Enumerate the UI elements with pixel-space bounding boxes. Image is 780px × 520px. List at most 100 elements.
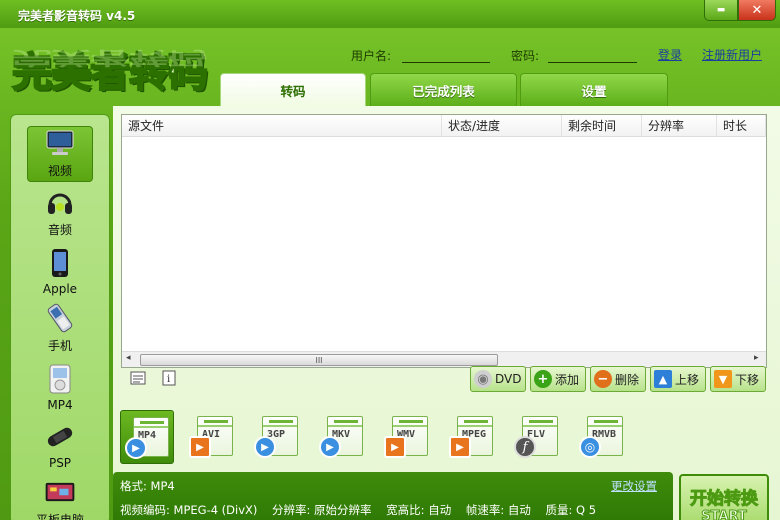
horizontal-scrollbar[interactable]: ◂ III ▸ (122, 351, 766, 367)
headphones-icon (45, 187, 75, 217)
device-sidebar: 视频 音频 Apple 手机 MP4 PSP 平板电脑 (10, 114, 110, 520)
iphone-icon (45, 248, 75, 278)
sidebar-item-label: 音频 (47, 223, 72, 237)
username-label: 用户名: (351, 49, 392, 63)
register-link[interactable]: 注册新用户 (702, 46, 762, 63)
add-icon: + (534, 370, 552, 388)
sidebar-item-mp4[interactable]: MP4 (27, 358, 93, 414)
close-icon: ✕ (751, 2, 763, 18)
move-down-button-label: 下移 (735, 372, 760, 387)
app-window: 完美者影音转码 v4.5 ▬ ✕ 完美者转码 完美者转码 用户名: 密码: 登录… (0, 0, 780, 520)
column-header-duration[interactable]: 时长 (717, 115, 766, 137)
dvd-icon: ◉ (474, 370, 492, 388)
username-field[interactable] (402, 62, 490, 63)
column-header-label: 源文件 (128, 119, 165, 133)
column-header-status[interactable]: 状态/进度 (442, 115, 562, 137)
file-info-icon[interactable] (130, 370, 146, 386)
format-3gp[interactable]: 3GP ▶ (250, 410, 304, 464)
scrollbar-thumb[interactable]: III (140, 354, 498, 366)
tab-transcode[interactable]: 转码 (220, 73, 366, 106)
sidebar-item-label: 手机 (47, 339, 72, 353)
sidebar-item-tablet[interactable]: 平板电脑 (27, 474, 93, 520)
app-logo-reflection: 完美者转码 (12, 46, 207, 68)
svg-text:i: i (167, 374, 170, 385)
password-label: 密码: (511, 49, 540, 63)
play-icon: ▶ (449, 436, 471, 458)
info-icon[interactable]: i (161, 370, 177, 386)
format-flv[interactable]: FLV f (510, 410, 564, 464)
start-button[interactable]: 开始转换 START (679, 474, 769, 520)
start-button-label: 开始转换 (690, 489, 759, 510)
dvd-button-label: DVD (495, 372, 522, 386)
column-header-source[interactable]: 源文件 (122, 115, 442, 137)
password-field[interactable] (548, 62, 637, 63)
column-header-label: 时长 (723, 119, 748, 133)
arrow-up-icon: ▲ (654, 370, 672, 388)
format-info: 格式: MP4 (120, 479, 175, 493)
sidebar-item-label: PSP (48, 456, 72, 470)
tab-label: 已完成列表 (412, 83, 475, 99)
monitor-icon (45, 128, 75, 158)
column-header-label: 剩余时间 (568, 119, 617, 133)
scroll-right-icon[interactable]: ▸ (754, 353, 759, 363)
tab-settings[interactable]: 设置 (520, 73, 668, 106)
dvd-button[interactable]: ◉ DVD (470, 366, 526, 392)
play-icon: ▶ (125, 437, 147, 459)
move-up-button[interactable]: ▲ 上移 (650, 366, 706, 392)
sidebar-item-label: 平板电脑 (35, 513, 84, 520)
play-icon: ▶ (319, 436, 341, 458)
remove-button[interactable]: − 删除 (590, 366, 646, 392)
add-button-label: 添加 (555, 372, 580, 387)
column-header-label: 状态/进度 (448, 119, 501, 133)
play-icon: ▶ (384, 436, 406, 458)
flash-icon: f (514, 436, 536, 458)
scroll-grip: III (315, 355, 323, 365)
move-up-button-label: 上移 (675, 372, 700, 387)
remove-button-label: 删除 (615, 372, 640, 387)
psp-icon (45, 422, 75, 452)
column-header-label: 分辨率 (648, 119, 685, 133)
format-avi[interactable]: AVI ▶ (185, 410, 239, 464)
start-button-label-en: START (701, 509, 748, 520)
video-codec-info: 视频编码: MPEG-4 (DivX) 分辨率: 原始分辨率 宽高比: 自动 帧… (120, 503, 597, 517)
login-link[interactable]: 登录 (658, 46, 682, 63)
column-header-remaining[interactable]: 剩余时间 (562, 115, 642, 137)
sidebar-item-label: MP4 (47, 398, 73, 412)
sidebar-item-label: 视频 (47, 164, 72, 178)
window-title: 完美者影音转码 v4.5 (18, 9, 136, 23)
format-mp4[interactable]: MP4 ▶ (120, 410, 174, 464)
scroll-left-icon[interactable]: ◂ (126, 353, 131, 363)
change-settings-link[interactable]: 更改设置 (611, 478, 657, 494)
sidebar-item-video[interactable]: 视频 (27, 126, 93, 182)
play-icon: ▶ (189, 436, 211, 458)
close-button[interactable]: ✕ (738, 0, 776, 21)
sidebar-item-psp[interactable]: PSP (27, 416, 93, 472)
tab-label: 设置 (581, 83, 607, 99)
tablet-icon (45, 477, 75, 507)
title-bar: 完美者影音转码 v4.5 ▬ ✕ (0, 0, 780, 28)
realmedia-icon: ◎ (579, 436, 601, 458)
add-button[interactable]: + 添加 (530, 366, 586, 392)
play-icon: ▶ (254, 436, 276, 458)
minimize-icon: ▬ (716, 5, 726, 15)
minimize-button[interactable]: ▬ (704, 0, 738, 21)
tab-completed-list[interactable]: 已完成列表 (370, 73, 517, 106)
arrow-down-icon: ▼ (714, 370, 732, 388)
output-settings-panel: 格式: MP4 视频编码: MPEG-4 (DivX) 分辨率: 原始分辨率 宽… (113, 472, 673, 520)
format-rmvb[interactable]: RMVB ◎ (575, 410, 629, 464)
column-header-resolution[interactable]: 分辨率 (642, 115, 717, 137)
transcode-panel: 源文件 状态/进度 剩余时间 分辨率 时长 ◂ III ▸ i ◉ DVD + … (113, 106, 780, 520)
sidebar-item-mobile[interactable]: 手机 (27, 300, 93, 356)
remove-icon: − (594, 370, 612, 388)
sidebar-item-label: Apple (42, 282, 78, 296)
mp4-player-icon (45, 364, 75, 394)
file-list[interactable]: 源文件 状态/进度 剩余时间 分辨率 时长 ◂ III ▸ (121, 114, 767, 368)
sidebar-item-audio[interactable]: 音频 (27, 184, 93, 240)
mobile-phone-icon (45, 303, 75, 333)
format-mpeg[interactable]: MPEG ▶ (445, 410, 499, 464)
format-wmv[interactable]: WMV ▶ (380, 410, 434, 464)
move-down-button[interactable]: ▼ 下移 (710, 366, 766, 392)
tab-label: 转码 (280, 83, 306, 99)
format-mkv[interactable]: MKV ▶ (315, 410, 369, 464)
sidebar-item-apple[interactable]: Apple (27, 242, 93, 298)
